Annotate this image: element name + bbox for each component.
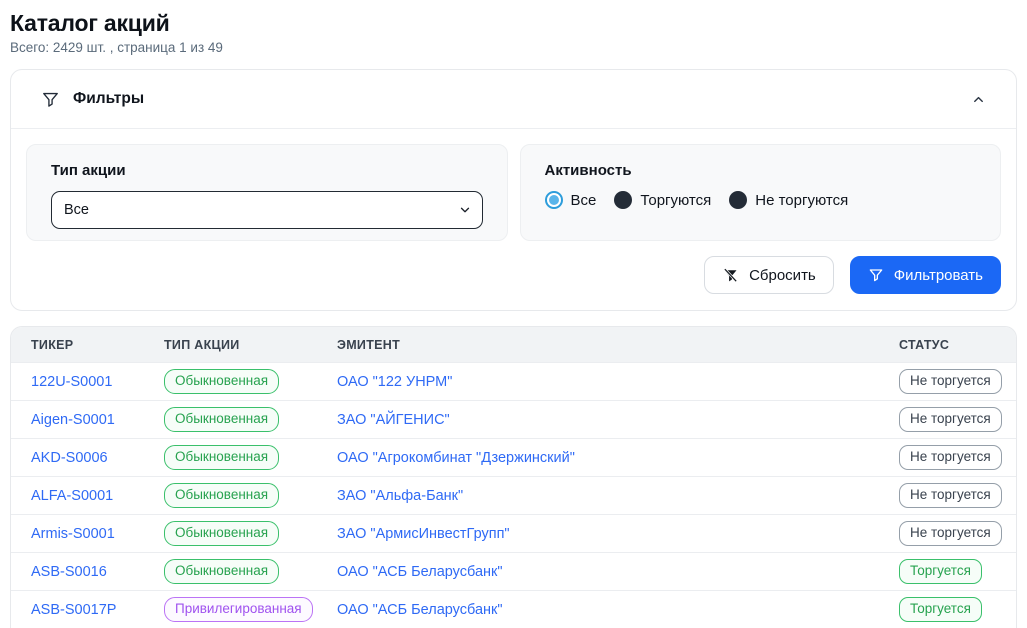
- table-row: ASB-S0016 Обыкновенная ОАО "АСБ Беларусб…: [11, 553, 1016, 591]
- issuer-link[interactable]: ЗАО "АЙГЕНИС": [337, 412, 450, 428]
- type-badge: Обыкновенная: [164, 483, 279, 508]
- stock-type-select-wrap: Все: [51, 191, 483, 229]
- status-badge: Торгуется: [899, 597, 982, 622]
- table-header-row: ТИКЕР ТИП АКЦИИ ЭМИТЕНТ СТАТУС: [11, 327, 1016, 363]
- filter-actions: Сбросить Фильтровать: [26, 256, 1001, 294]
- radio-option[interactable]: Торгуются: [614, 191, 711, 209]
- filters-title: Фильтры: [73, 90, 971, 108]
- activity-radio-group: Все Торгуются Не торгуются: [545, 191, 977, 209]
- type-badge: Обыкновенная: [164, 521, 279, 546]
- type-badge: Обыкновенная: [164, 369, 279, 394]
- status-badge: Не торгуется: [899, 407, 1002, 432]
- issuer-link[interactable]: ЗАО "Альфа-Банк": [337, 488, 463, 504]
- issuer-link[interactable]: ОАО "122 УНРМ": [337, 374, 452, 390]
- radio-label: Торгуются: [640, 192, 711, 209]
- table-row: AKD-S0006 Обыкновенная ОАО "Агрокомбинат…: [11, 439, 1016, 477]
- stock-type-select[interactable]: Все: [51, 191, 483, 229]
- ticker-link[interactable]: ASB-S0016: [31, 564, 107, 580]
- page: Каталог акций Всего: 2429 шт. , страница…: [0, 0, 1027, 628]
- page-subtitle: Всего: 2429 шт. , страница 1 из 49: [10, 40, 1017, 55]
- type-badge: Обыкновенная: [164, 407, 279, 432]
- stocks-table: ТИКЕР ТИП АКЦИИ ЭМИТЕНТ СТАТУС 122U-S000…: [11, 327, 1016, 628]
- radio-label: Не торгуются: [755, 192, 848, 209]
- stock-type-label: Тип акции: [51, 162, 483, 179]
- column-header-issuer: ЭМИТЕНТ: [337, 327, 889, 363]
- filters-card: Фильтры Тип акции Все: [10, 69, 1017, 311]
- column-header-status: СТАТУС: [889, 327, 1016, 363]
- radio-option[interactable]: Все: [545, 191, 597, 209]
- table-body: 122U-S0001 Обыкновенная ОАО "122 УНРМ" Н…: [11, 363, 1016, 628]
- radio-circle: [729, 191, 747, 209]
- table-row: ASB-S0017P Привилегированная ОАО "АСБ Бе…: [11, 591, 1016, 628]
- activity-box: Активность Все Торгуются Не торгуются: [520, 144, 1002, 241]
- funnel-icon: [41, 90, 60, 109]
- page-title: Каталог акций: [10, 10, 1017, 37]
- radio-label: Все: [571, 192, 597, 209]
- table-row: Aigen-S0001 Обыкновенная ЗАО "АЙГЕНИС" Н…: [11, 401, 1016, 439]
- ticker-link[interactable]: ALFA-S0001: [31, 488, 113, 504]
- funnel-off-icon: [722, 267, 739, 284]
- type-badge: Обыкновенная: [164, 559, 279, 584]
- ticker-link[interactable]: ASB-S0017P: [31, 602, 116, 618]
- table-row: ALFA-S0001 Обыкновенная ЗАО "Альфа-Банк"…: [11, 477, 1016, 515]
- status-badge: Торгуется: [899, 559, 982, 584]
- ticker-link[interactable]: AKD-S0006: [31, 450, 108, 466]
- issuer-link[interactable]: ОАО "АСБ Беларусбанк": [337, 564, 503, 580]
- status-badge: Не торгуется: [899, 483, 1002, 508]
- stock-type-box: Тип акции Все: [26, 144, 508, 241]
- issuer-link[interactable]: ОАО "АСБ Беларусбанк": [337, 602, 503, 618]
- column-header-ticker: ТИКЕР: [11, 327, 164, 363]
- ticker-link[interactable]: 122U-S0001: [31, 374, 112, 390]
- reset-button-label: Сбросить: [749, 267, 816, 284]
- filters-header[interactable]: Фильтры: [11, 70, 1016, 129]
- column-header-type: ТИП АКЦИИ: [164, 327, 337, 363]
- status-badge: Не торгуется: [899, 445, 1002, 470]
- type-badge: Привилегированная: [164, 597, 313, 622]
- apply-filters-button[interactable]: Фильтровать: [850, 256, 1001, 294]
- status-badge: Не торгуется: [899, 369, 1002, 394]
- issuer-link[interactable]: ОАО "Агрокомбинат "Дзержинский": [337, 450, 575, 466]
- table-row: 122U-S0001 Обыкновенная ОАО "122 УНРМ" Н…: [11, 363, 1016, 401]
- stocks-table-card: ТИКЕР ТИП АКЦИИ ЭМИТЕНТ СТАТУС 122U-S000…: [10, 326, 1017, 628]
- funnel-icon: [868, 267, 884, 283]
- status-badge: Не торгуется: [899, 521, 1002, 546]
- chevron-up-icon[interactable]: [971, 92, 986, 107]
- reset-filters-button[interactable]: Сбросить: [704, 256, 834, 294]
- ticker-link[interactable]: Aigen-S0001: [31, 412, 115, 428]
- radio-circle: [545, 191, 563, 209]
- ticker-link[interactable]: Armis-S0001: [31, 526, 115, 542]
- filters-body: Тип акции Все Активность: [11, 129, 1016, 310]
- issuer-link[interactable]: ЗАО "АрмисИнвестГрупп": [337, 526, 510, 542]
- activity-label: Активность: [545, 162, 977, 179]
- table-row: Armis-S0001 Обыкновенная ЗАО "АрмисИнвес…: [11, 515, 1016, 553]
- apply-button-label: Фильтровать: [894, 267, 983, 284]
- radio-circle: [614, 191, 632, 209]
- radio-option[interactable]: Не торгуются: [729, 191, 848, 209]
- type-badge: Обыкновенная: [164, 445, 279, 470]
